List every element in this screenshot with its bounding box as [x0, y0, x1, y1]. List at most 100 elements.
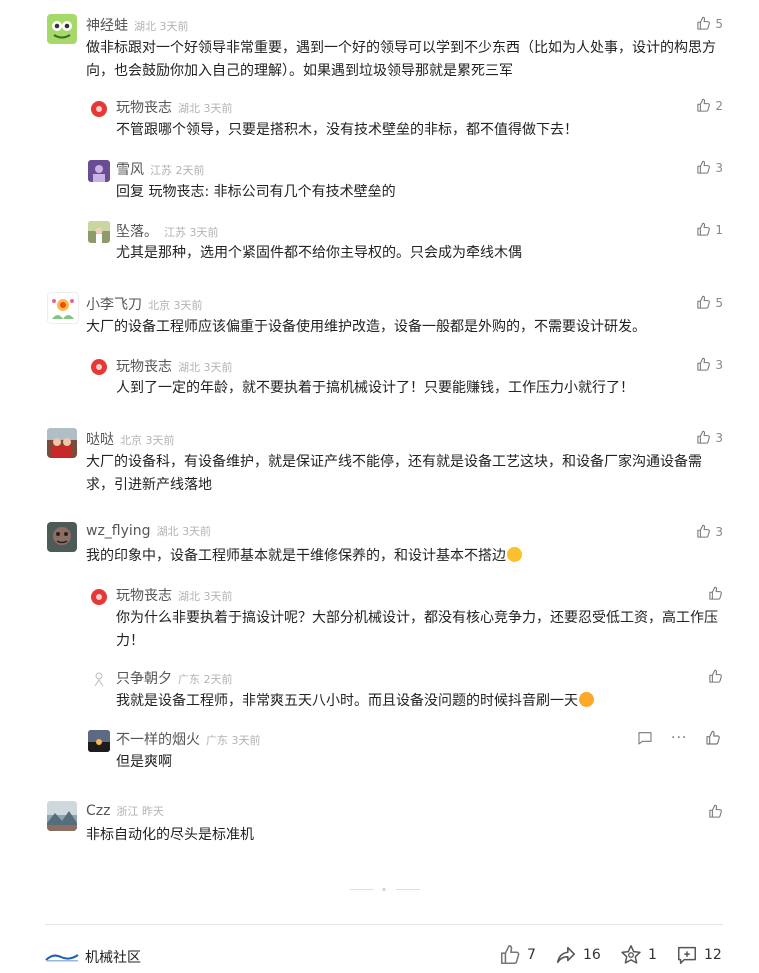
user-location: 浙江 [116, 805, 139, 818]
avatar[interactable] [88, 356, 110, 378]
like-button[interactable]: 2 [696, 98, 723, 113]
avatar[interactable] [88, 586, 110, 608]
thumbs-up-icon [708, 669, 723, 684]
footer-like-count: 7 [527, 947, 536, 963]
avatar[interactable] [47, 801, 77, 831]
comment-text: 但是爽啊 [116, 754, 172, 770]
like-button[interactable]: 3 [696, 524, 723, 539]
article-footer: 机械社区 7 16 1 12 [0, 938, 759, 973]
user-name[interactable]: 小李飞刀 [86, 297, 142, 313]
like-count: 1 [715, 222, 723, 237]
comment-text: 你为什么非要执着于搞设计呢？大部分机械设计，都没有核心竞争力，还要忍受低工资，高… [116, 610, 718, 649]
comment-text-content: 我的印象中，设备工程师基本就是干维修保养的，和设计基本不搭边 [86, 548, 506, 564]
comment-time: 3天前 [203, 102, 233, 115]
comment-time: 3天前 [203, 590, 233, 603]
like-button[interactable] [708, 586, 723, 601]
comment-author[interactable]: 不一样的烟火 广东 3天前 [116, 729, 261, 749]
comment-text: 大厂的设备科，有设备维护，就是保证产线不能停，还有就是设备工艺这块，和设备厂家沟… [86, 454, 702, 493]
more-dots-icon[interactable]: ··· [671, 730, 687, 746]
comment-time: 3天前 [231, 734, 261, 747]
like-count: 2 [715, 98, 723, 113]
like-button[interactable]: 3 [696, 160, 723, 175]
user-name[interactable]: 玩物丧志 [116, 359, 172, 375]
community-link[interactable]: 机械社区 [45, 947, 141, 967]
user-location: 广东 [206, 734, 228, 747]
avatar[interactable] [88, 160, 110, 182]
like-button[interactable] [708, 669, 723, 684]
comment-author[interactable]: 坠落。 江苏 3天前 [116, 221, 219, 241]
thumbs-up-icon [696, 98, 711, 113]
comment-author[interactable]: wz_flying 湖北 3天前 [86, 523, 211, 539]
comment-author[interactable]: 玩物丧志 湖北 3天前 [116, 356, 233, 376]
comment-time: 3天前 [203, 361, 233, 374]
like-count: 5 [715, 16, 723, 31]
comment-bubble-icon[interactable] [637, 730, 653, 746]
user-location: 湖北 [178, 102, 200, 115]
footer-share-count: 16 [583, 947, 601, 963]
user-name[interactable]: 不一样的烟火 [116, 732, 200, 748]
thumbs-up-icon[interactable] [705, 730, 721, 746]
like-button[interactable]: 1 [696, 222, 723, 237]
avatar[interactable] [88, 668, 110, 690]
like-button[interactable] [708, 804, 723, 819]
comment-time: 昨天 [141, 805, 164, 818]
like-button[interactable]: 5 [696, 295, 723, 310]
comment-author[interactable]: Czz 浙江 昨天 [86, 803, 164, 819]
comment-time: 2天前 [175, 164, 205, 177]
footer-favorite-count: 1 [648, 947, 657, 963]
laugh-tears-emoji-icon [507, 547, 522, 562]
user-location: 湖北 [134, 20, 156, 33]
user-location: 北京 [120, 434, 142, 447]
avatar[interactable] [88, 221, 110, 243]
comment-author[interactable]: 玩物丧志 湖北 3天前 [116, 585, 233, 605]
community-name[interactable]: 机械社区 [85, 947, 141, 967]
comment-add-icon [678, 946, 696, 964]
user-name[interactable]: Czz [86, 803, 110, 819]
avatar[interactable] [47, 428, 77, 458]
like-button[interactable]: 3 [696, 357, 723, 372]
comment-time: 3天前 [145, 434, 175, 447]
like-button[interactable]: 5 [696, 16, 723, 31]
comment-text: 尤其是那种，选用个紧固件都不给你主导权的。只会成为牵线木偶 [116, 245, 522, 261]
comment-author[interactable]: 雪风 江苏 2天前 [116, 159, 205, 179]
comment-time: 3天前 [173, 299, 203, 312]
comment-text: 人到了一定的年龄，就不要执着于搞机械设计了！只要能赚钱，工作压力小就行了！ [116, 380, 634, 396]
thumbs-up-icon [696, 222, 711, 237]
user-name[interactable]: 神经蛙 [86, 18, 128, 34]
avatar[interactable] [47, 522, 77, 552]
comment-author[interactable]: 只争朝夕 广东 2天前 [116, 668, 233, 688]
user-name[interactable]: 哒哒 [86, 432, 114, 448]
avatar[interactable] [47, 14, 77, 44]
community-logo-icon [45, 954, 79, 962]
comment-author[interactable]: 神经蛙 湖北 3天前 [86, 15, 189, 35]
comment-author[interactable]: 小李飞刀 北京 3天前 [86, 294, 203, 314]
like-count: 3 [715, 357, 723, 372]
user-location: 广东 [178, 673, 200, 686]
user-location: 江苏 [164, 226, 186, 239]
footer-comment-button[interactable]: 12 [676, 944, 722, 966]
like-count: 5 [715, 295, 723, 310]
thumbs-up-icon [499, 944, 521, 966]
footer-share-button[interactable]: 16 [555, 944, 601, 966]
user-name[interactable]: 玩物丧志 [116, 100, 172, 116]
user-name[interactable]: 玩物丧志 [116, 588, 172, 604]
like-count: 3 [715, 524, 723, 539]
comment-author[interactable]: 哒哒 北京 3天前 [86, 429, 175, 449]
footer-favorite-button[interactable]: 1 [620, 944, 657, 966]
favorite-star-icon [621, 945, 641, 964]
avatar[interactable] [88, 98, 110, 120]
user-name[interactable]: 只争朝夕 [116, 671, 172, 687]
user-name[interactable]: 雪风 [116, 162, 144, 178]
avatar[interactable] [47, 292, 79, 324]
user-location: 湖北 [178, 361, 200, 374]
comment-author[interactable]: 玩物丧志 湖北 3天前 [116, 97, 233, 117]
footer-like-button[interactable]: 7 [499, 944, 536, 966]
avatar[interactable] [88, 730, 110, 752]
like-button[interactable]: 3 [696, 430, 723, 445]
comment-time: 3天前 [182, 525, 212, 538]
user-name[interactable]: wz_flying [86, 523, 151, 539]
comment-text: 做非标跟对一个好领导非常重要，遇到一个好的领导可以学到不少东西（比如为人处事，设… [86, 40, 716, 79]
thumbs-up-icon [696, 430, 711, 445]
user-name[interactable]: 坠落。 [116, 224, 158, 240]
pagination-indicator [350, 888, 420, 891]
